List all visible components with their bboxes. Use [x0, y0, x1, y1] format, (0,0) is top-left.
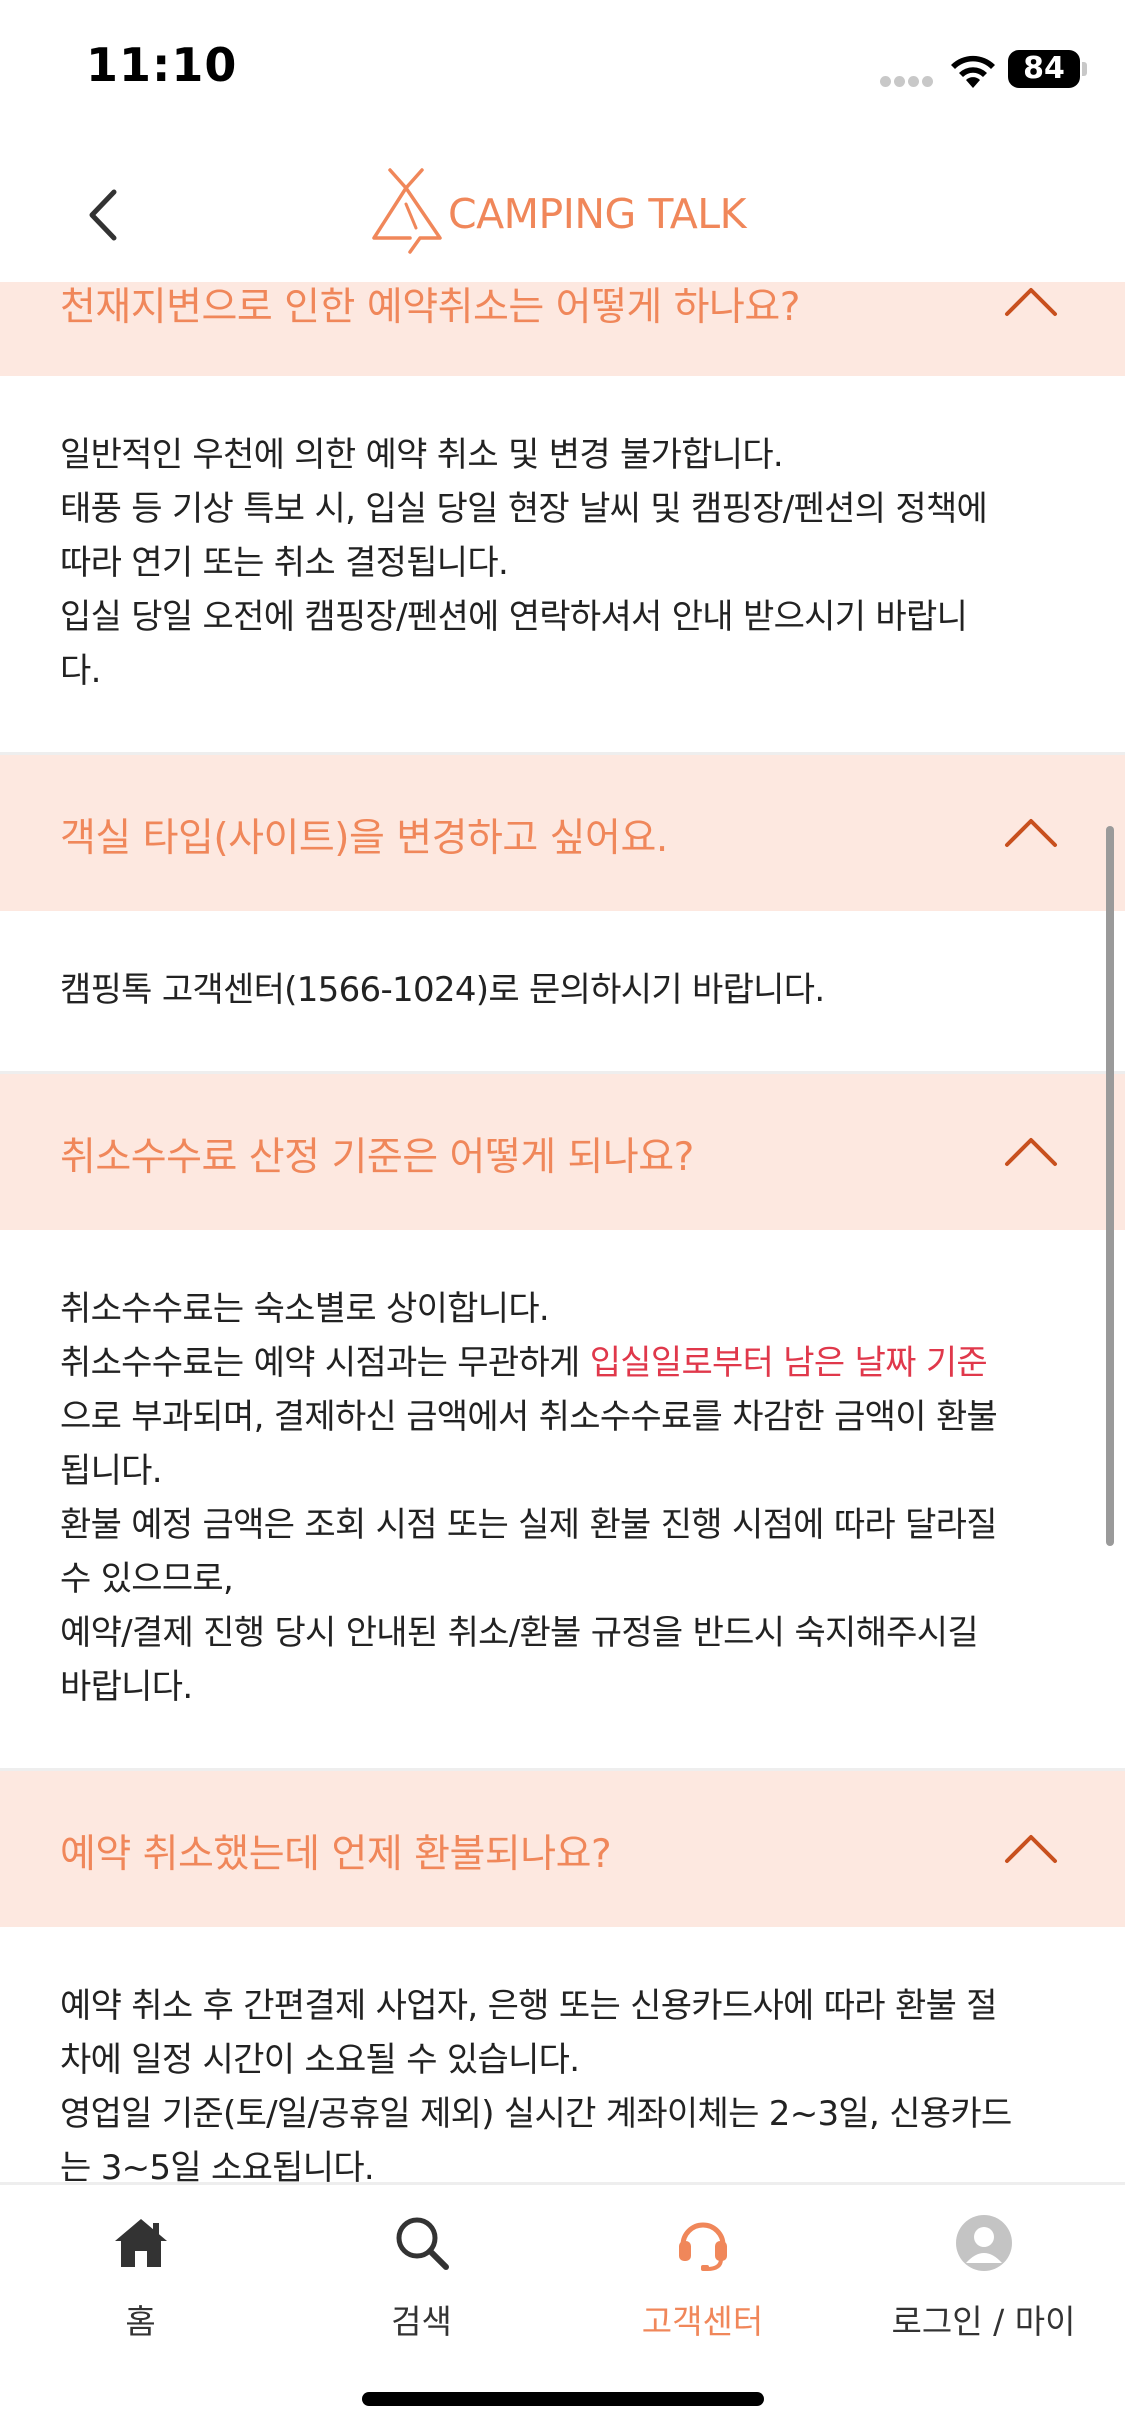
battery-tip — [1082, 62, 1087, 76]
camping-talk-logo: CAMPING TALK — [370, 168, 770, 254]
faq-answer-line: 다. — [60, 651, 101, 691]
faq-question[interactable]: 예약 취소했는데 언제 환불되나요? — [0, 1771, 1125, 1927]
faq-answer-line: 입실 당일 오전에 캠핑장/펜션에 연락하셔서 안내 받으시기 바랍니 — [60, 597, 968, 637]
logo-text: CAMPING TALK — [448, 190, 746, 238]
wifi-icon — [951, 55, 995, 88]
cellular-signal-icon — [880, 72, 936, 87]
app-header: CAMPING TALK — [0, 140, 1125, 282]
tab-login-my[interactable]: 로그인 / 마이 — [843, 2213, 1124, 2373]
faq-question-text: 천재지변으로 인한 예약취소는 어떻게 하나요? — [60, 285, 801, 330]
back-button[interactable] — [70, 180, 140, 250]
battery-level: 84 — [1008, 50, 1080, 88]
faq-answer: 예약 취소 후 간편결제 사업자, 은행 또는 신용카드사에 따라 환불 절 차… — [0, 1927, 1125, 2182]
faq-answer-line: 따라 연기 또는 취소 결정됩니다. — [60, 543, 509, 583]
tab-label: 로그인 / 마이 — [891, 2302, 1076, 2341]
faq-answer-line: 영업일 기준(토/일/공휴일 제외) 실시간 계좌이체는 2~3일, 신용카드 — [60, 2094, 1012, 2134]
faq-answer-line: 됩니다. — [60, 1451, 163, 1491]
search-icon — [396, 2217, 449, 2270]
faq-answer: 캠핑톡 고객센터(1566-1024)로 문의하시기 바랍니다. — [0, 911, 1125, 1074]
tab-label: 홈 — [125, 2302, 156, 2341]
faq-answer-line: 예약/결제 진행 당시 안내된 취소/환불 규정을 반드시 숙지해주시길 — [60, 1613, 979, 1653]
tab-label: 검색 — [391, 2302, 452, 2341]
chevron-up-icon[interactable] — [1003, 282, 1059, 326]
faq-answer-highlight: 입실일로부터 남은 날짜 기준 — [589, 1343, 988, 1383]
faq-answer-line: 환불 예정 금액은 조회 시점 또는 실제 환불 진행 시점에 따라 달라질 — [60, 1505, 998, 1545]
faq-answer-line: 바랍니다. — [60, 1667, 193, 1707]
tab-home[interactable]: 홈 — [0, 2213, 281, 2373]
faq-question-text: 예약 취소했는데 언제 환불되나요? — [60, 1832, 612, 1877]
tent-logo-icon — [372, 168, 442, 254]
faq-question-text: 취소수수료 산정 기준은 어떻게 되나요? — [60, 1135, 694, 1180]
chevron-up-icon[interactable] — [1003, 807, 1059, 857]
chevron-up-icon[interactable] — [1003, 1126, 1059, 1176]
faq-answer-line: 예약 취소 후 간편결제 사업자, 은행 또는 신용카드사에 따라 환불 절 — [60, 1986, 998, 2026]
faq-answer-line: 는 3~5일 소요됩니다. — [60, 2148, 375, 2182]
faq-answer: 취소수수료는 숙소별로 상이합니다. 취소수수료는 예약 시점과는 무관하게 입… — [0, 1230, 1125, 1771]
faq-answer-line: 일반적인 우천에 의한 예약 취소 및 변경 불가합니다. — [60, 435, 784, 475]
faq-answer-text: 취소수수료는 예약 시점과는 무관하게 — [60, 1343, 590, 1383]
faq-answer-line: 태풍 등 기상 특보 시, 입실 당일 현장 날씨 및 캠핑장/펜션의 정책에 — [60, 489, 988, 529]
faq-list[interactable]: 천재지변으로 인한 예약취소는 어떻게 하나요? 일반적인 우천에 의한 예약 … — [0, 282, 1125, 2182]
headset-icon — [678, 2222, 727, 2271]
home-indicator — [362, 2392, 764, 2406]
faq-answer: 일반적인 우천에 의한 예약 취소 및 변경 불가합니다. 태풍 등 기상 특보… — [0, 376, 1125, 755]
profile-icon — [955, 2215, 1012, 2271]
faq-answer-line: 수 있으므로, — [60, 1559, 234, 1599]
status-time: 11:10 — [86, 38, 238, 92]
faq-answer-line: 취소수수료는 예약 시점과는 무관하게 입실일로부터 남은 날짜 기준 — [60, 1336, 1065, 1390]
tab-label: 고객센터 — [641, 2302, 764, 2341]
tab-customer-center[interactable]: 고객센터 — [562, 2213, 843, 2373]
faq-question[interactable]: 객실 타입(사이트)을 변경하고 싶어요. — [0, 755, 1125, 911]
faq-answer-line: 차에 일정 시간이 소요될 수 있습니다. — [60, 2040, 580, 2080]
scrollbar[interactable] — [1106, 826, 1114, 1546]
faq-question[interactable]: 취소수수료 산정 기준은 어떻게 되나요? — [0, 1074, 1125, 1230]
tab-search[interactable]: 검색 — [281, 2213, 562, 2373]
faq-question-text: 객실 타입(사이트)을 변경하고 싶어요. — [60, 816, 668, 861]
status-bar: 11:10 84 — [0, 0, 1125, 140]
home-icon — [114, 2219, 167, 2267]
faq-answer-line: 캠핑톡 고객센터(1566-1024)로 문의하시기 바랍니다. — [60, 970, 825, 1010]
chevron-up-icon[interactable] — [1003, 1823, 1059, 1873]
faq-answer-line: 취소수수료는 숙소별로 상이합니다. — [60, 1289, 550, 1329]
faq-question[interactable]: 천재지변으로 인한 예약취소는 어떻게 하나요? — [0, 282, 1125, 376]
faq-answer-line: 으로 부과되며, 결제하신 금액에서 취소수수료를 차감한 금액이 환불 — [60, 1397, 998, 1437]
